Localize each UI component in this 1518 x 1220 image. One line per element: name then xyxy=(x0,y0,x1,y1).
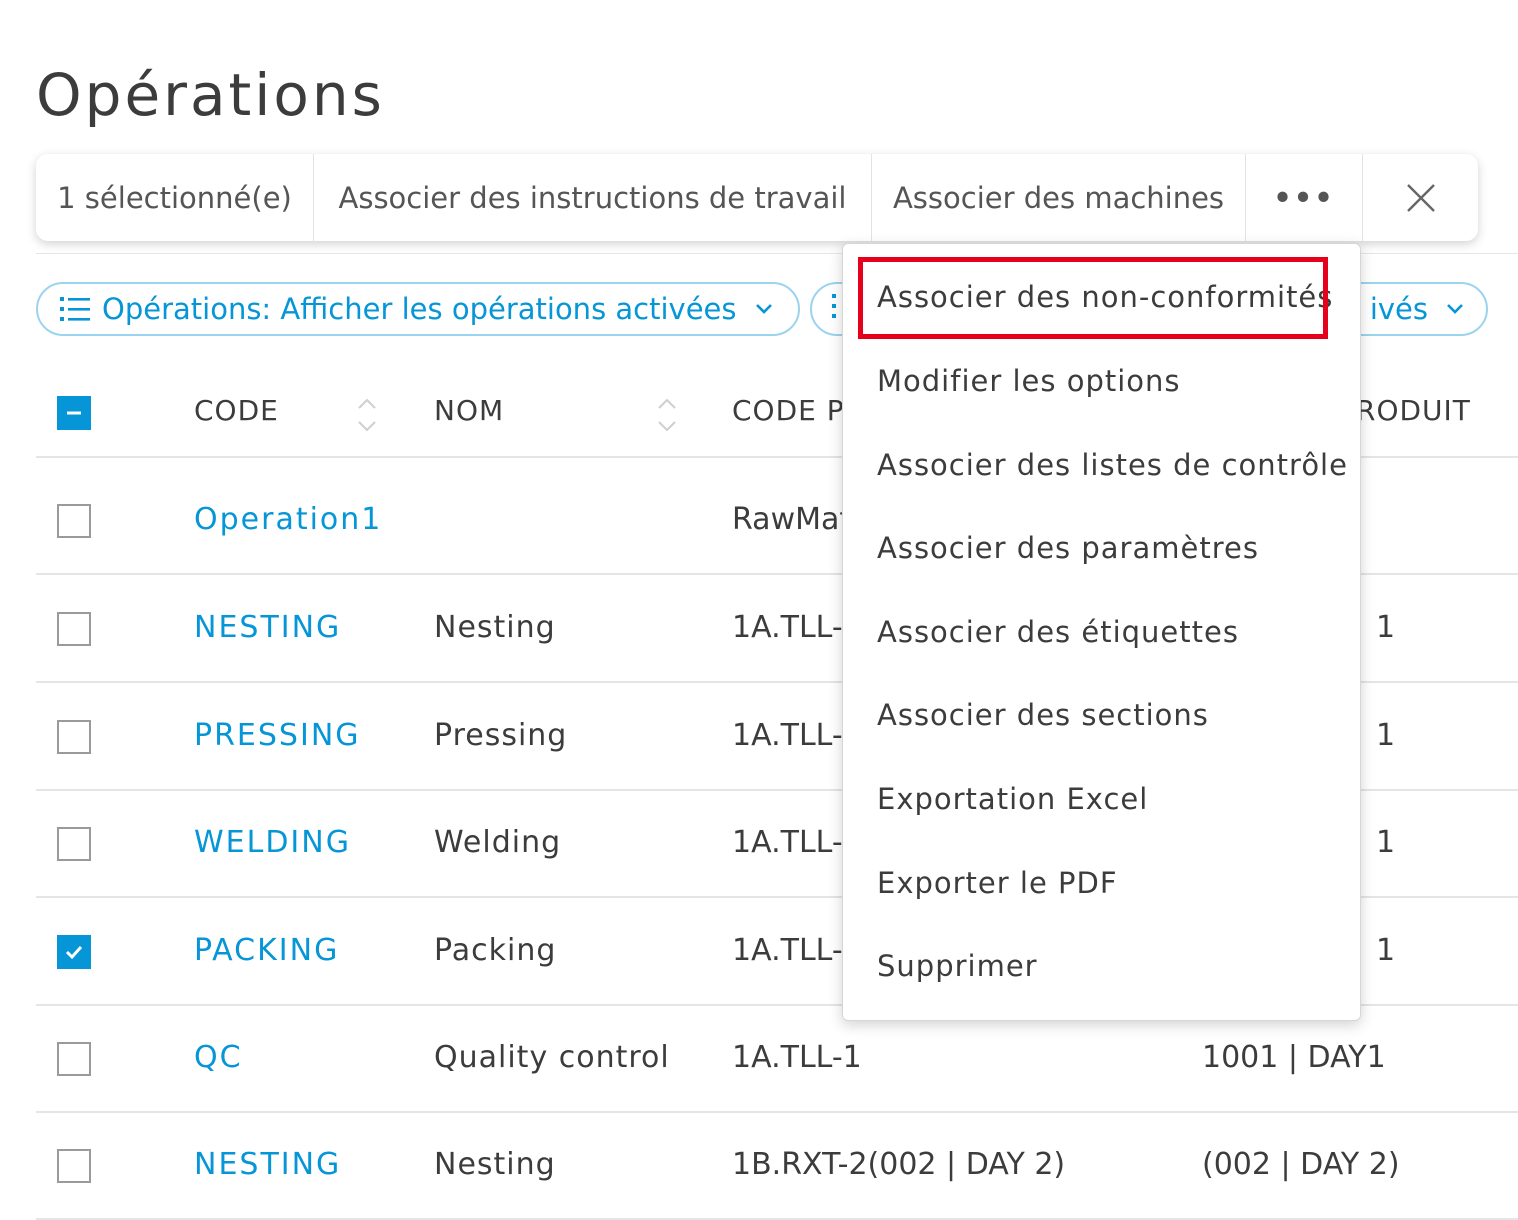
menu-item-associate-labels[interactable]: Associer des étiquettes xyxy=(877,615,1239,649)
selection-action-bar: 1 sélectionné(e) Associer des instructio… xyxy=(36,154,1478,241)
table-row[interactable]: QC Quality control 1A.TLL-1 1001 | DAY1 xyxy=(36,1006,1518,1113)
code-link[interactable]: WELDING xyxy=(194,825,351,860)
page-title: Opérations xyxy=(36,60,385,129)
row-checkbox[interactable] xyxy=(57,827,91,861)
row-checkbox[interactable] xyxy=(57,1042,91,1076)
row-checkbox[interactable] xyxy=(57,612,91,646)
chevron-down-icon xyxy=(755,303,773,315)
row-checkbox[interactable] xyxy=(57,1149,91,1183)
list-icon xyxy=(60,296,90,322)
more-actions-button[interactable]: ••• xyxy=(1246,154,1363,241)
operations-filter-label: Opérations: Afficher les opérations acti… xyxy=(102,292,737,326)
sort-icon[interactable] xyxy=(356,396,378,438)
column-header-produit[interactable]: RODUIT xyxy=(1356,394,1471,427)
product-cell: 1 xyxy=(1376,825,1396,860)
product-cell: 1 xyxy=(1376,933,1396,968)
chevron-down-icon xyxy=(1446,303,1464,315)
table-row[interactable]: NESTING Nesting 1B.RXT-2(002 | DAY 2) (0… xyxy=(36,1113,1518,1220)
associate-machines-button[interactable]: Associer des machines xyxy=(872,154,1246,241)
select-all-checkbox[interactable] xyxy=(57,396,91,430)
menu-item-export-excel[interactable]: Exportation Excel xyxy=(877,782,1148,816)
name-cell: Packing xyxy=(434,933,557,968)
code-link[interactable]: NESTING xyxy=(194,1147,341,1182)
sort-icon[interactable] xyxy=(656,396,678,438)
third-filter-label: ivés xyxy=(1369,292,1428,326)
more-actions-menu: Associer des non-conformités Modifier le… xyxy=(842,243,1361,1021)
product-cell: 1001 | DAY1 xyxy=(1202,1040,1386,1075)
menu-item-edit-options[interactable]: Modifier les options xyxy=(877,364,1181,398)
name-cell: Nesting xyxy=(434,610,556,645)
name-cell: Pressing xyxy=(434,718,568,753)
menu-item-associate-checklists[interactable]: Associer des listes de contrôle xyxy=(877,448,1348,482)
product-cell: (002 | DAY 2) xyxy=(1202,1147,1400,1182)
code-link[interactable]: Operation1 xyxy=(194,502,382,537)
name-cell: Nesting xyxy=(434,1147,556,1182)
product-code-cell: 1B.RXT-2(002 | DAY 2) xyxy=(732,1147,1066,1182)
menu-item-delete[interactable]: Supprimer xyxy=(877,949,1038,983)
code-link[interactable]: PACKING xyxy=(194,933,339,968)
code-link[interactable]: QC xyxy=(194,1040,243,1075)
operations-filter-chip[interactable]: Opérations: Afficher les opérations acti… xyxy=(36,282,800,336)
highlight-box xyxy=(858,257,1328,339)
column-header-code[interactable]: CODE xyxy=(194,394,279,427)
list-icon xyxy=(830,292,838,326)
menu-item-associate-parameters[interactable]: Associer des paramètres xyxy=(877,531,1259,565)
associate-work-instructions-button[interactable]: Associer des instructions de travail xyxy=(314,154,872,241)
column-header-code-produit[interactable]: CODE P xyxy=(732,394,845,427)
row-checkbox[interactable] xyxy=(57,720,91,754)
selected-count[interactable]: 1 sélectionné(e) xyxy=(36,154,314,241)
code-link[interactable]: NESTING xyxy=(194,610,341,645)
name-cell: Welding xyxy=(434,825,562,860)
code-link[interactable]: PRESSING xyxy=(194,718,361,753)
menu-item-associate-sections[interactable]: Associer des sections xyxy=(877,698,1209,732)
row-checkbox[interactable] xyxy=(57,504,91,538)
product-code-cell: 1A.TLL-1 xyxy=(732,1040,862,1075)
close-icon xyxy=(1406,183,1435,212)
name-cell: Quality control xyxy=(434,1040,670,1075)
product-cell: 1 xyxy=(1376,718,1396,753)
checkmark-icon xyxy=(65,945,83,960)
menu-item-export-pdf[interactable]: Exporter le PDF xyxy=(877,866,1118,900)
close-selection-button[interactable] xyxy=(1363,154,1478,241)
product-cell: 1 xyxy=(1376,610,1396,645)
product-code-cell: RawMat xyxy=(732,502,852,537)
column-header-nom[interactable]: NOM xyxy=(434,394,504,427)
row-checkbox[interactable] xyxy=(57,935,91,969)
